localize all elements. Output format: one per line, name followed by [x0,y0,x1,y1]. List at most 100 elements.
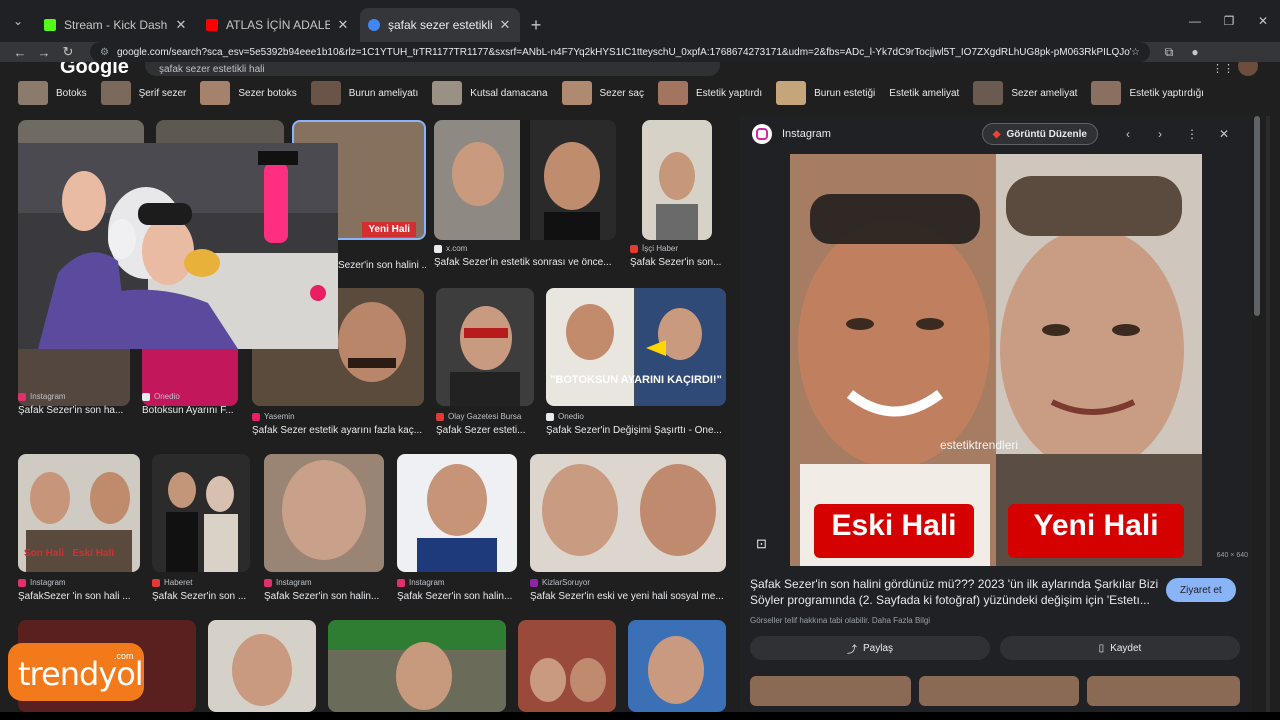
image-result[interactable]: KizlarSoruyor Şafak Sezer'in eski ve yen… [530,454,726,604]
related-image[interactable] [1087,676,1240,706]
new-tab-button[interactable]: + [522,8,550,42]
profile-icon[interactable]: ● [1182,45,1208,60]
address-bar[interactable]: ⚙ google.com/search?sca_esv=5e5392b94eee… [90,42,1150,62]
image-result[interactable] [328,620,506,712]
result-caption: Şafak Sezer esteti... [436,425,526,436]
chip-thumbnail [100,81,131,105]
share-button[interactable]: ⤴ Paylaş [750,636,990,660]
result-thumbnail [530,454,726,572]
tab-search-icon[interactable]: ⌄ [0,0,36,42]
chip[interactable]: Şerif sezer [100,80,187,106]
search-input[interactable]: şafak sezer estetikli hali [145,62,720,76]
chip[interactable]: Estetik ameliyat [889,80,959,106]
more-options-icon[interactable]: ⋮ [1176,127,1208,141]
google-logo[interactable]: Google [60,62,129,78]
close-tab-icon[interactable]: ✕ [174,17,188,33]
image-result[interactable] [628,620,726,712]
streamer-webcam-overlay [18,143,338,349]
chip[interactable]: Estetik yaptırdığı [1091,80,1204,106]
related-image[interactable] [918,676,1080,706]
face-image [530,658,606,702]
site-info-icon[interactable]: ⚙ [100,47,109,58]
related-image[interactable] [750,676,911,706]
result-caption: Şafak Sezer'in estetik sonrası ve önce..… [434,257,612,268]
share-label: Paylaş [862,642,893,654]
extensions-icon[interactable]: ⧉ [1156,45,1182,60]
watermark: estetiktrendleri [940,438,1019,452]
apps-grid-icon[interactable]: ⋮⋮ [1212,62,1234,75]
close-window-icon[interactable]: ✕ [1246,0,1280,42]
chip[interactable]: Botoks [18,80,87,106]
result-thumbnail [397,454,517,572]
tab-google-search[interactable]: şafak sezer estetikli hali - Goog ✕ [360,8,520,42]
share-icon: ⤴ [846,644,857,656]
result-source: Instagram [18,578,66,587]
image-result[interactable]: İşçi Haber Şafak Sezer'in son... [630,120,726,280]
chip-thumbnail [1091,81,1122,105]
image-result[interactable]: "BOTOKSUN AYARINI KAÇIRDI!" Onedio Şafak… [546,288,726,436]
preview-image[interactable]: Eski Hali Yeni Hali estetiktrendleri [790,154,1202,566]
save-button[interactable]: ▯ Kaydet [1000,636,1240,660]
image-result[interactable] [208,620,316,712]
result-caption: Botoksun Ayarını F... [142,405,234,416]
chip[interactable]: Kutsal damacana [432,80,548,106]
copyright-notice: Görseller telif hakkına tabi olabilir. D… [750,616,931,625]
face-image [166,472,238,572]
chip[interactable]: Sezer saç [561,80,644,106]
image-result[interactable]: Instagram Şafak Sezer'in son halin... [397,454,517,604]
result-thumbnail [434,120,616,240]
result-source: Instagram [18,392,66,401]
image-result[interactable]: Instagram Şafak Sezer'in son halin... [264,454,384,604]
google-lens-button[interactable]: ◆ Görüntü Düzenle [981,123,1098,145]
result-thumbnail [642,120,712,240]
close-tab-icon[interactable]: ✕ [498,17,512,33]
result-thumbnail [264,454,384,572]
source-site-name[interactable]: Instagram [782,128,982,140]
visit-button[interactable]: Ziyaret et [1166,578,1236,602]
avatar[interactable] [1238,62,1258,76]
result-thumbnail [518,620,616,712]
bookmark-star-icon[interactable]: ☆ [1131,47,1140,58]
chip-thumbnail [776,81,807,105]
lens-search-icon[interactable]: ⊡ [756,536,767,552]
close-preview-icon[interactable]: ✕ [1208,127,1240,141]
face-image [656,152,698,240]
tab-kick-dashboard[interactable]: Stream - Kick Dashboard ✕ [36,8,196,42]
webcam-video [18,143,338,349]
face-image [232,634,292,706]
panel-scrollbar[interactable] [1254,116,1260,316]
image-result[interactable]: Olay Gazetesi Bursa Şafak Sezer esteti..… [436,288,534,436]
back-icon[interactable]: ← [8,45,32,60]
lens-icon: ◆ [992,128,1001,140]
chip[interactable]: Sezer botoks [200,80,297,106]
chip-label: Şerif sezer [138,87,187,99]
image-result[interactable]: Son Hali Eski Hali Instagram ŞafakSezer … [18,454,140,604]
chip-thumbnail [432,81,463,105]
chip[interactable]: Estetik yaptırdı [657,80,762,106]
chip[interactable]: Sezer ameliyat [973,80,1077,106]
preview-actions: ⤴ Paylaş ▯ Kaydet [750,636,1240,660]
result-caption: Şafak Sezer'in son halin... [264,591,380,602]
preview-title[interactable]: Şafak Sezer'in son halini gördünüz mü???… [750,576,1160,608]
trendyol-logo: trendyol .com [8,643,144,701]
result-caption: Şafak Sezer'in Değişimi Şaşırttı - One..… [546,425,722,436]
reload-icon[interactable]: ↻ [56,44,80,60]
image-result[interactable] [518,620,616,712]
result-source: x.com [434,244,467,253]
restore-icon[interactable]: ❐ [1212,0,1246,42]
right-image-label: Yeni Hali [1033,509,1159,542]
chip[interactable]: Burun estetiği [776,80,875,106]
overlay-label: Son Hali Eski Hali [24,548,115,559]
close-tab-icon[interactable]: ✕ [336,17,350,33]
previous-icon[interactable]: ‹ [1112,127,1144,141]
image-result[interactable]: x.com Şafak Sezer'in estetik sonrası ve … [434,120,616,280]
tab-youtube[interactable]: ATLAS İÇİN ADALET | Madara C ✕ [198,8,358,42]
minimize-icon[interactable]: — [1178,0,1212,42]
forward-icon[interactable]: → [32,45,56,60]
image-result[interactable]: Haberet Şafak Sezer'in son ... [152,454,250,604]
browser-tab-strip: ⌄ Stream - Kick Dashboard ✕ ATLAS İÇİN A… [0,0,1280,42]
result-thumbnail [628,620,726,712]
chip[interactable]: Burun ameliyatı [310,80,418,106]
next-icon[interactable]: › [1144,127,1176,141]
result-source: Yasemin [252,412,295,421]
